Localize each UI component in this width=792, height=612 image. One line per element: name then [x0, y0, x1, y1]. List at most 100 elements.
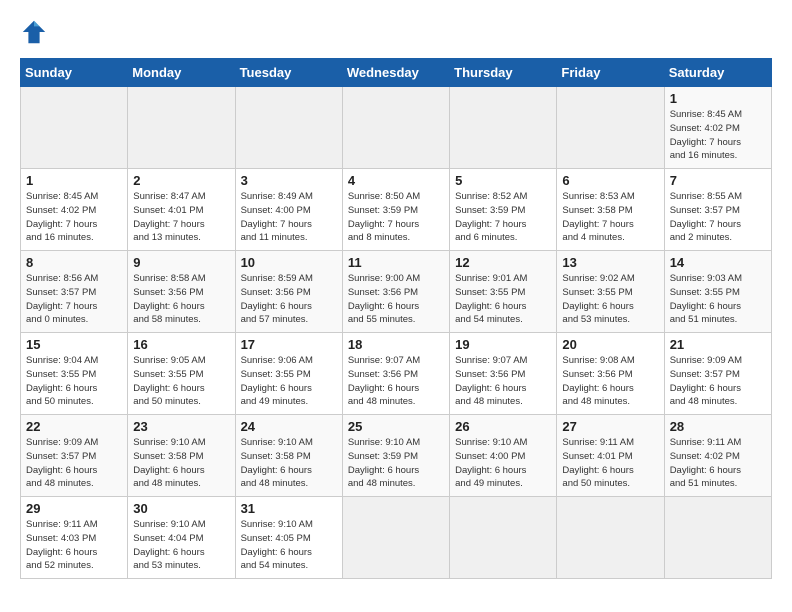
weekday-header-thursday: Thursday [450, 59, 557, 87]
calendar-cell: 30 Sunrise: 9:10 AMSunset: 4:04 PMDayligh… [128, 497, 235, 579]
day-number: 5 [455, 173, 551, 188]
calendar-cell: 26Sunrise: 9:10 AMSunset: 4:00 PMDayligh… [450, 415, 557, 497]
day-info: Sunrise: 9:11 AMSunset: 4:01 PMDaylight:… [562, 436, 658, 491]
day-info: Sunrise: 8:59 AMSunset: 3:56 PMDaylight:… [241, 272, 337, 327]
day-number: 11 [348, 255, 444, 270]
calendar-week-3: 8Sunrise: 8:56 AMSunset: 3:57 PMDaylight… [21, 251, 772, 333]
calendar-cell: 29Sunrise: 9:11 AMSunset: 4:03 PMDayligh… [21, 497, 128, 579]
header [20, 18, 772, 46]
day-number: 28 [670, 419, 766, 434]
calendar-table: SundayMondayTuesdayWednesdayThursdayFrid… [20, 58, 772, 579]
day-info: Sunrise: 8:47 AMSunset: 4:01 PMDaylight:… [133, 190, 229, 245]
calendar-cell: 4Sunrise: 8:50 AMSunset: 3:59 PMDaylight… [342, 169, 449, 251]
weekday-header-tuesday: Tuesday [235, 59, 342, 87]
day-number: 22 [26, 419, 122, 434]
day-info: Sunrise: 8:53 AMSunset: 3:58 PMDaylight:… [562, 190, 658, 245]
weekday-header-monday: Monday [128, 59, 235, 87]
day-info: Sunrise: 8:55 AMSunset: 3:57 PMDaylight:… [670, 190, 766, 245]
day-number: 30 [133, 501, 229, 516]
calendar-body: 1 Sunrise: 8:45 AMSunset: 4:02 PMDaylight… [21, 87, 772, 579]
day-number: 25 [348, 419, 444, 434]
calendar-week-2: 1 Sunrise: 8:45 AMSunset: 4:02 PMDaylight… [21, 169, 772, 251]
day-info: Sunrise: 9:10 AMSunset: 4:04 PMDaylight:… [133, 518, 229, 573]
calendar-cell: 7 Sunrise: 8:55 AMSunset: 3:57 PMDaylight… [664, 169, 771, 251]
day-info: Sunrise: 9:10 AMSunset: 3:58 PMDaylight:… [241, 436, 337, 491]
calendar-cell: 6 Sunrise: 8:53 AMSunset: 3:58 PMDaylight… [557, 169, 664, 251]
calendar-week-1: 1 Sunrise: 8:45 AMSunset: 4:02 PMDaylight… [21, 87, 772, 169]
day-info: Sunrise: 9:10 AMSunset: 3:59 PMDaylight:… [348, 436, 444, 491]
day-number: 15 [26, 337, 122, 352]
calendar-cell: 31Sunrise: 9:10 AMSunset: 4:05 PMDayligh… [235, 497, 342, 579]
day-info: Sunrise: 9:07 AMSunset: 3:56 PMDaylight:… [348, 354, 444, 409]
day-number: 18 [348, 337, 444, 352]
calendar-cell: 9Sunrise: 8:58 AMSunset: 3:56 PMDaylight… [128, 251, 235, 333]
calendar-cell: 1 Sunrise: 8:45 AMSunset: 4:02 PMDaylight… [21, 169, 128, 251]
calendar-cell: 27Sunrise: 9:11 AMSunset: 4:01 PMDayligh… [557, 415, 664, 497]
day-info: Sunrise: 8:50 AMSunset: 3:59 PMDaylight:… [348, 190, 444, 245]
calendar-cell: 3 Sunrise: 8:49 AMSunset: 4:00 PMDaylight… [235, 169, 342, 251]
day-info: Sunrise: 9:09 AMSunset: 3:57 PMDaylight:… [26, 436, 122, 491]
day-info: Sunrise: 9:09 AMSunset: 3:57 PMDaylight:… [670, 354, 766, 409]
calendar-cell: 13 Sunrise: 9:02 AMSunset: 3:55 PMDayligh… [557, 251, 664, 333]
day-info: Sunrise: 9:05 AMSunset: 3:55 PMDaylight:… [133, 354, 229, 409]
calendar-cell: 14Sunrise: 9:03 AMSunset: 3:55 PMDayligh… [664, 251, 771, 333]
day-number: 7 [670, 173, 766, 188]
calendar-cell [557, 497, 664, 579]
calendar-cell: 17Sunrise: 9:06 AMSunset: 3:55 PMDayligh… [235, 333, 342, 415]
calendar-cell [664, 497, 771, 579]
day-info: Sunrise: 8:45 AMSunset: 4:02 PMDaylight:… [26, 190, 122, 245]
day-info: Sunrise: 9:10 AMSunset: 3:58 PMDaylight:… [133, 436, 229, 491]
calendar-cell [450, 497, 557, 579]
day-number: 17 [241, 337, 337, 352]
calendar-cell [128, 87, 235, 169]
day-info: Sunrise: 8:52 AMSunset: 3:59 PMDaylight:… [455, 190, 551, 245]
day-number: 12 [455, 255, 551, 270]
calendar-cell [557, 87, 664, 169]
day-number: 3 [241, 173, 337, 188]
calendar-page: SundayMondayTuesdayWednesdayThursdayFrid… [0, 0, 792, 591]
day-info: Sunrise: 9:11 AMSunset: 4:02 PMDaylight:… [670, 436, 766, 491]
day-info: Sunrise: 9:00 AMSunset: 3:56 PMDaylight:… [348, 272, 444, 327]
calendar-cell: 19Sunrise: 9:07 AMSunset: 3:56 PMDayligh… [450, 333, 557, 415]
calendar-cell: 16 Sunrise: 9:05 AMSunset: 3:55 PMDayligh… [128, 333, 235, 415]
weekday-header-saturday: Saturday [664, 59, 771, 87]
calendar-week-6: 29Sunrise: 9:11 AMSunset: 4:03 PMDayligh… [21, 497, 772, 579]
day-number: 19 [455, 337, 551, 352]
day-number: 1 [670, 91, 766, 106]
day-number: 9 [133, 255, 229, 270]
calendar-cell: 11 Sunrise: 9:00 AMSunset: 3:56 PMDayligh… [342, 251, 449, 333]
weekday-header-sunday: Sunday [21, 59, 128, 87]
calendar-cell: 24Sunrise: 9:10 AMSunset: 3:58 PMDayligh… [235, 415, 342, 497]
day-number: 10 [241, 255, 337, 270]
weekday-header-friday: Friday [557, 59, 664, 87]
day-info: Sunrise: 9:01 AMSunset: 3:55 PMDaylight:… [455, 272, 551, 327]
day-number: 14 [670, 255, 766, 270]
day-info: Sunrise: 8:45 AMSunset: 4:02 PMDaylight:… [670, 108, 766, 163]
day-number: 21 [670, 337, 766, 352]
calendar-cell: 12 Sunrise: 9:01 AMSunset: 3:55 PMDayligh… [450, 251, 557, 333]
weekday-header-wednesday: Wednesday [342, 59, 449, 87]
calendar-cell: 8Sunrise: 8:56 AMSunset: 3:57 PMDaylight… [21, 251, 128, 333]
day-info: Sunrise: 8:49 AMSunset: 4:00 PMDaylight:… [241, 190, 337, 245]
calendar-week-5: 22 Sunrise: 9:09 AMSunset: 3:57 PMDayligh… [21, 415, 772, 497]
calendar-cell [342, 497, 449, 579]
day-info: Sunrise: 9:04 AMSunset: 3:55 PMDaylight:… [26, 354, 122, 409]
day-number: 1 [26, 173, 122, 188]
calendar-cell: 2 Sunrise: 8:47 AMSunset: 4:01 PMDaylight… [128, 169, 235, 251]
day-number: 16 [133, 337, 229, 352]
day-info: Sunrise: 9:02 AMSunset: 3:55 PMDaylight:… [562, 272, 658, 327]
day-number: 20 [562, 337, 658, 352]
day-number: 13 [562, 255, 658, 270]
day-number: 2 [133, 173, 229, 188]
day-number: 31 [241, 501, 337, 516]
day-number: 8 [26, 255, 122, 270]
calendar-cell: 18 Sunrise: 9:07 AMSunset: 3:56 PMDayligh… [342, 333, 449, 415]
calendar-cell: 21 Sunrise: 9:09 AMSunset: 3:57 PMDayligh… [664, 333, 771, 415]
calendar-cell [21, 87, 128, 169]
day-info: Sunrise: 9:11 AMSunset: 4:03 PMDaylight:… [26, 518, 122, 573]
logo [20, 18, 52, 46]
day-number: 26 [455, 419, 551, 434]
day-number: 6 [562, 173, 658, 188]
calendar-cell: 22 Sunrise: 9:09 AMSunset: 3:57 PMDayligh… [21, 415, 128, 497]
calendar-header: SundayMondayTuesdayWednesdayThursdayFrid… [21, 59, 772, 87]
